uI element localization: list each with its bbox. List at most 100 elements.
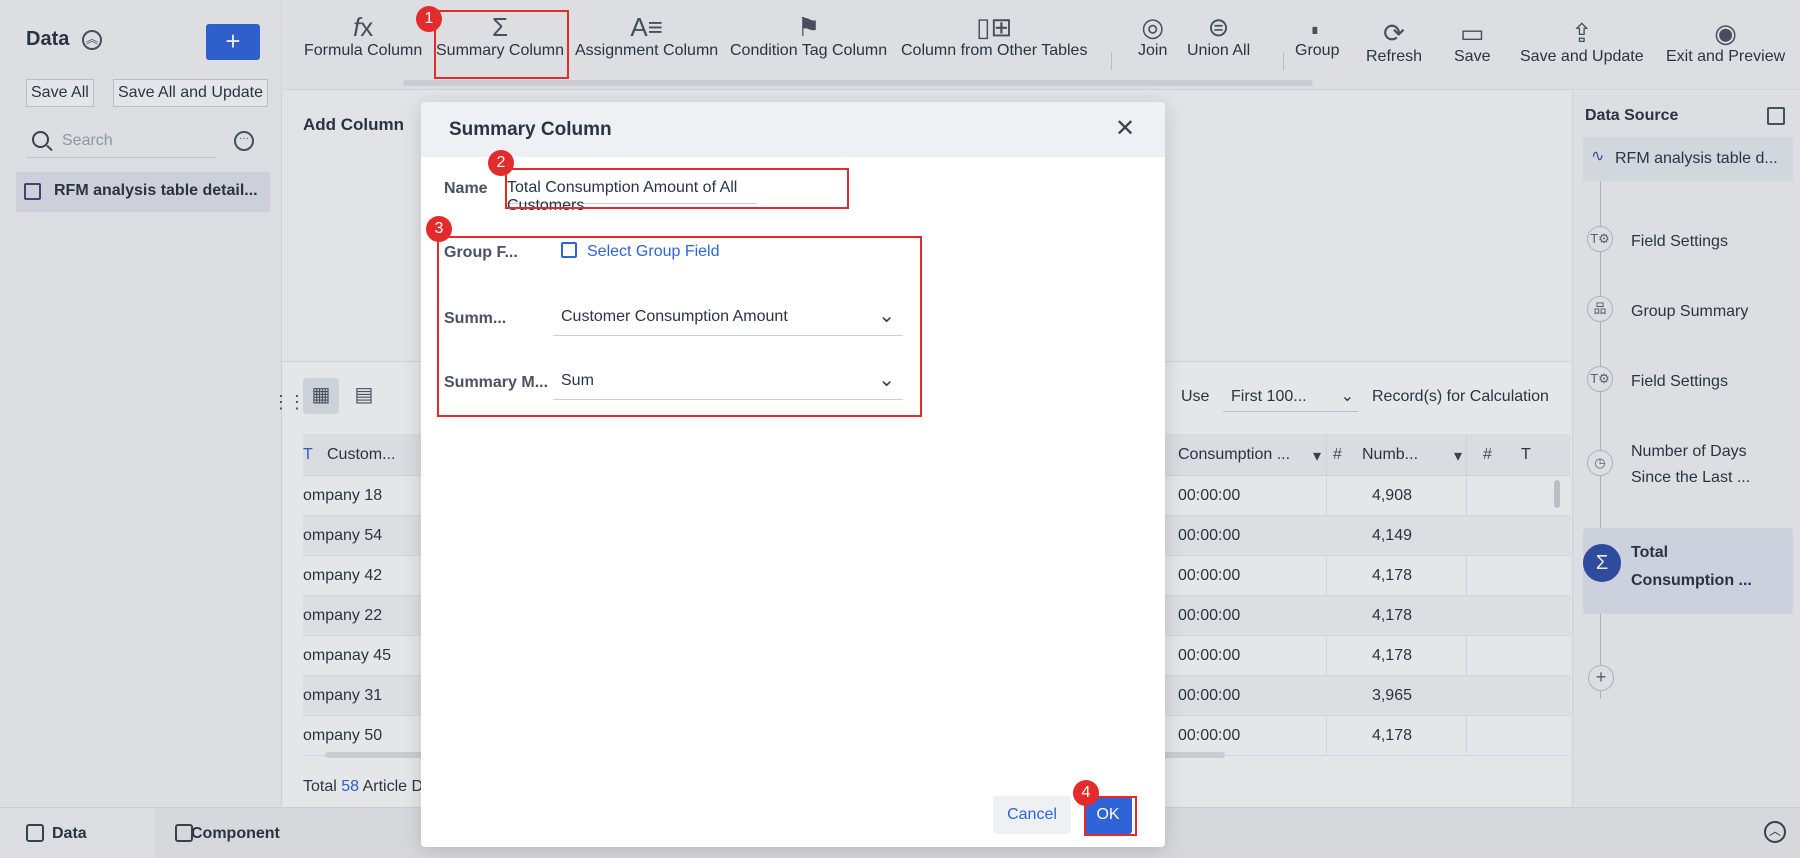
union-all-label: Union All	[1187, 42, 1251, 59]
column-header[interactable]: Numb...	[1362, 446, 1418, 464]
add-step-button[interactable]: +	[1588, 665, 1614, 691]
grid-view-icon[interactable]: ▦	[303, 378, 339, 414]
records-label: Record(s) for Calculation	[1372, 388, 1549, 405]
save-and-update-label: Save and Update	[1520, 48, 1644, 65]
step-label-line2: Consumption ...	[1631, 572, 1752, 589]
more-options-icon[interactable]: ···	[234, 131, 254, 151]
dialog-header: Summary Column ✕	[421, 102, 1165, 157]
search-input[interactable]: Search	[26, 128, 216, 158]
formula-column-button[interactable]: fx Formula Column	[304, 12, 422, 60]
close-icon[interactable]: ✕	[1115, 114, 1135, 143]
line-chart-icon: ∿	[1591, 148, 1605, 165]
cell-time: 00:00:00	[1178, 607, 1241, 624]
union-all-button[interactable]: ⊜ Union All	[1187, 12, 1250, 60]
step-total-consumption[interactable]: Σ Total Consumption ...	[1583, 528, 1793, 614]
component-chart-icon	[175, 824, 193, 842]
summary-field-select[interactable]: Customer Consumption Amount ⌄	[553, 298, 903, 336]
group-button[interactable]: ▖ Group	[1295, 12, 1339, 60]
total-number: 58	[341, 778, 360, 795]
step-label: Field Settings	[1631, 233, 1728, 250]
save-button[interactable]: ▭ Save	[1454, 18, 1490, 66]
left-sidebar: Data ︽ + Save All Save All and Update Se…	[0, 0, 282, 806]
collapse-up-icon[interactable]: ︿	[1764, 821, 1786, 843]
annotation-badge-1: 1	[416, 6, 442, 32]
column-menu-icon[interactable]: ▾	[1454, 446, 1462, 466]
preview-eye-icon: ◉	[1714, 18, 1737, 48]
group-icon: ▖	[1312, 20, 1322, 34]
chevron-down-icon: ⌄	[878, 369, 895, 391]
step-label-line1: Number of Days	[1631, 443, 1747, 460]
chart-table-icon	[24, 183, 41, 200]
annotation-badge-3: 3	[426, 216, 452, 242]
exit-and-preview-button[interactable]: ◉ Exit and Preview	[1666, 18, 1785, 66]
cell-number: 4,149	[1371, 527, 1412, 544]
summary-column-button[interactable]: Σ Summary Column	[436, 12, 564, 60]
summary-method-label: Summary M...	[444, 374, 549, 391]
cell-customer: ompany 31	[303, 687, 383, 704]
column-menu-icon[interactable]: ▾	[1313, 446, 1321, 466]
chevron-down-icon: ⌄	[1340, 388, 1354, 405]
step-field-settings[interactable]: T⚙ Field Settings	[1583, 226, 1793, 256]
top-toolbar: fx Formula Column Σ Summary Column A≡ As…	[283, 0, 1800, 90]
name-field[interactable]: Total Consumption Amount of All Customer…	[507, 172, 757, 214]
column-header[interactable]: Custom...	[327, 446, 395, 464]
record-count-select[interactable]: First 100... ⌄	[1223, 382, 1358, 412]
cell-customer: ompanay 45	[303, 647, 392, 664]
total-suffix: Article D	[362, 778, 424, 795]
total-label: Total	[303, 778, 337, 795]
assignment-column-button[interactable]: A≡ Assignment Column	[575, 12, 718, 60]
toolbar-divider	[1283, 52, 1284, 70]
add-table-button[interactable]: +	[206, 24, 260, 60]
refresh-button[interactable]: ⟳ Refresh	[1366, 18, 1422, 66]
switch-view-icon[interactable]	[1767, 107, 1785, 125]
save-update-icon: ⇪	[1570, 18, 1593, 48]
save-icon: ▭	[1459, 18, 1485, 48]
save-all-update-button[interactable]: Save All and Update	[113, 79, 268, 107]
table-list-item[interactable]: RFM analysis table detail...	[16, 172, 270, 212]
select-group-field-button[interactable]: Select Group Field	[561, 242, 720, 261]
cancel-button[interactable]: Cancel	[993, 796, 1071, 834]
cell-number: 4,908	[1371, 487, 1412, 504]
list-select-icon	[561, 242, 577, 258]
tab-data[interactable]: Data	[0, 808, 155, 858]
cell-customer: ompany 18	[303, 487, 383, 504]
save-and-update-button[interactable]: ⇪ Save and Update	[1520, 18, 1644, 66]
layout-view-icon[interactable]: ▤	[346, 378, 382, 414]
save-all-button[interactable]: Save All	[26, 79, 94, 107]
column-header[interactable]: T	[1521, 446, 1531, 464]
drag-handle-icon[interactable]: ⋮⋮	[272, 392, 306, 413]
group-label: Group	[1295, 42, 1340, 59]
step-data-source[interactable]: ∿ RFM analysis table d...	[1583, 137, 1793, 181]
database-icon	[26, 824, 44, 842]
record-count-value: First 100...	[1231, 388, 1307, 405]
field-settings-icon: T⚙	[1587, 226, 1613, 252]
column-from-other-tables-button[interactable]: ▯⊞ Column from Other Tables	[901, 12, 1087, 60]
tab-component-label: Component	[191, 825, 280, 842]
collapse-up-icon[interactable]: ︽	[82, 30, 102, 50]
cell-number: 3,965	[1371, 687, 1412, 704]
data-source-label: RFM analysis table d...	[1615, 150, 1778, 167]
table-item-label: RFM analysis table detail...	[54, 182, 258, 199]
step-group-summary[interactable]: 品 Group Summary	[1583, 296, 1793, 326]
flag-icon: ⚑	[796, 12, 821, 42]
app-root: Data ︽ + Save All Save All and Update Se…	[0, 0, 1800, 858]
step-days-since[interactable]: ◷ Number of Days Since the Last ...	[1583, 436, 1793, 492]
step-field-settings[interactable]: T⚙ Field Settings	[1583, 366, 1793, 396]
join-label: Join	[1138, 42, 1168, 59]
formula-column-label: Formula Column	[304, 42, 423, 59]
toolbar-scrollbar[interactable]	[403, 80, 1313, 86]
step-label: Field Settings	[1631, 373, 1728, 390]
refresh-label: Refresh	[1366, 48, 1423, 65]
summary-column-dialog: Summary Column ✕ Name Total Consumption …	[421, 102, 1165, 847]
vertical-scrollbar[interactable]	[1554, 480, 1560, 508]
tab-data-label: Data	[52, 825, 87, 842]
use-label: Use	[1181, 388, 1210, 405]
select-group-field-label: Select Group Field	[587, 243, 720, 260]
summary-method-select[interactable]: Sum ⌄	[553, 362, 903, 400]
condition-tag-column-button[interactable]: ⚑ Condition Tag Column	[730, 12, 887, 60]
column-header[interactable]: Consumption ...	[1178, 446, 1290, 464]
cell-number: 4,178	[1371, 607, 1412, 624]
join-button[interactable]: ◎ Join	[1138, 12, 1167, 60]
cell-customer: ompany 42	[303, 567, 383, 584]
tab-component[interactable]: Component	[155, 808, 280, 858]
